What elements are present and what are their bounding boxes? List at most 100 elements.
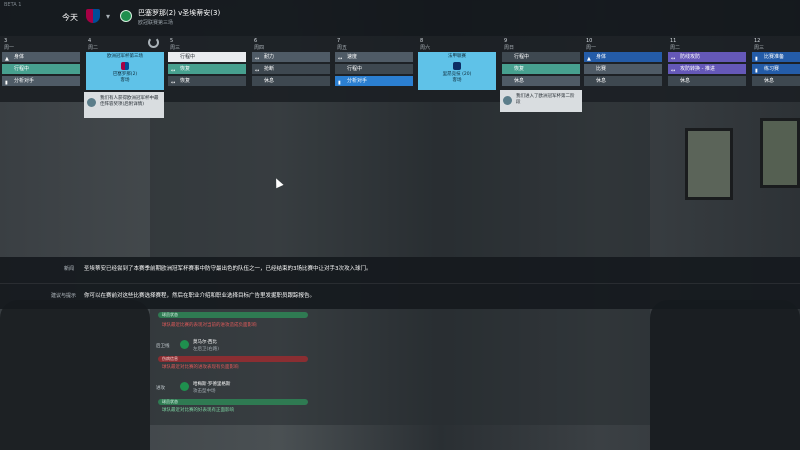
notice-icon (503, 96, 512, 105)
session-label: 休息 (764, 78, 775, 84)
status-badge: 伤病信息 (158, 356, 308, 362)
match-card[interactable]: 法甲联赛 里昂竞技 (20) 客场 (418, 52, 496, 90)
session-label: 分析对手 (347, 78, 368, 84)
chevron-down-icon[interactable]: ▾ (106, 12, 110, 21)
advice-text: 你可以在赛前对这些比赛选择赛程，然后在职业介绍和职业选择目标广告里发掘职员跟踪报… (84, 293, 316, 299)
venue-label: 客场 (452, 78, 462, 83)
player-name[interactable]: 莫马尔·西比 (193, 339, 217, 345)
training-session[interactable]: ▮ 比赛准备 (752, 52, 800, 62)
training-session[interactable]: 休息 (252, 76, 330, 86)
calendar-day[interactable]: 11 周二 ↔ 防线攻防 ↔ 攻防转换 - 推进 休息 (666, 36, 748, 102)
competition-label: 法甲联赛 (448, 54, 466, 59)
news-text: 圣埃蒂安已经尝到了本赛季前期欧洲冠军杯赛事中防守最出色的队伍之一，已经结束的3场… (84, 266, 372, 272)
session-label: 行程中 (180, 54, 196, 60)
session-label: 练习赛 (764, 66, 780, 72)
notice-icon (87, 98, 96, 107)
training-session[interactable]: ↔ 攻防转换 - 推进 (668, 64, 746, 74)
status-badge: 球员状态 (158, 312, 308, 318)
match-card[interactable]: 欧洲冠军杯第三场 巴塞罗那(2) 客场 (86, 52, 164, 90)
calendar-day[interactable]: 6 周四 ↔ 耐力 ↔ 抢断 休息 (250, 36, 332, 102)
session-label: 身体 (14, 54, 25, 60)
top-bar: BETA 1 今天 ▾ 巴塞罗那(2) v圣埃蒂安(3) 欧冠联赛第三场 (0, 0, 800, 36)
calendar-day[interactable]: 8 周六 法甲联赛 里昂竞技 (20) 客场 (416, 36, 498, 102)
wall-picture (685, 128, 733, 200)
session-label: 行程中 (347, 66, 363, 72)
training-session[interactable]: ↔ 抢断 (252, 64, 330, 74)
calendar-day[interactable]: 10 周一 ▲ 身体 比赛 休息 (582, 36, 664, 102)
training-session[interactable]: ▮ 分析对手 (335, 76, 413, 86)
session-icon: ↔ (671, 56, 676, 62)
session-label: 休息 (680, 78, 691, 84)
session-label: 恢复 (180, 66, 191, 72)
session-label: 休息 (514, 78, 525, 84)
training-session[interactable]: ↔ 速度 (335, 52, 413, 62)
day-name: 周五 (337, 45, 348, 51)
training-session[interactable]: 比赛 (584, 64, 662, 74)
build-label: BETA 1 (4, 2, 22, 8)
day-name: 周四 (254, 45, 265, 51)
training-session[interactable]: 休息 (584, 76, 662, 86)
opponent-crest-icon (121, 62, 129, 70)
session-icon: ▮ (338, 80, 341, 86)
position-slot: 后卫线 (156, 344, 170, 349)
training-session[interactable]: ↔ 防线攻防 (668, 52, 746, 62)
session-icon: ▮ (755, 68, 758, 74)
popup-text: 我们进入了欧洲冠军杯第二阶段 (516, 94, 575, 105)
today-button[interactable]: 今天 (62, 12, 78, 23)
session-icon: ↔ (338, 56, 343, 62)
player-avatar (180, 382, 189, 391)
news-label: 新闻 (64, 266, 75, 272)
calendar-day[interactable]: 12 周三 ▮ 比赛准备 ▮ 练习赛 休息 (750, 36, 800, 102)
notification-popup[interactable]: 我们有人获得欧洲冠军杯中最佳阵容奖项(后附详情) (84, 92, 164, 118)
match-subtitle: 欧冠联赛第三场 (138, 20, 174, 26)
calendar-day[interactable]: 7 周五 ↔ 速度 行程中 ▮ 分析对手 (333, 36, 415, 102)
divider (0, 283, 800, 284)
training-session[interactable]: 行程中 (2, 64, 80, 74)
wall-picture (760, 118, 800, 188)
player-position: 攻击型中场 (193, 389, 216, 394)
training-session[interactable]: 行程中 (168, 52, 246, 62)
match-title[interactable]: 巴塞罗那(2) v圣埃蒂安(3) (138, 8, 220, 18)
squad-report-list: 球员状态 球队最近比赛的表现对当前的进攻造成负面影响 后卫线 莫马尔·西比 左后… (150, 309, 308, 425)
training-session[interactable]: ▲ 身体 (584, 52, 662, 62)
training-session[interactable]: 休息 (502, 76, 580, 86)
session-label: 分析对手 (14, 78, 35, 84)
training-session[interactable]: ↔ 恢复 (168, 64, 246, 74)
session-icon: ↔ (171, 80, 176, 86)
session-label: 恢复 (180, 78, 191, 84)
report-note: 球队最近比赛的表现对当前的进攻造成负面影响 (162, 323, 257, 328)
training-session[interactable]: ↔ 耐力 (252, 52, 330, 62)
player-name[interactable]: 哈梅斯·罗德里格斯 (193, 381, 230, 387)
training-session[interactable]: 行程中 (502, 52, 580, 62)
session-label: 抢断 (264, 66, 275, 72)
loading-spinner-icon (148, 37, 159, 48)
training-session[interactable]: ▲ 身体 (2, 52, 80, 62)
session-icon: ↔ (671, 68, 676, 74)
info-panel: 新闻 圣埃蒂安已经尝到了本赛季前期欧洲冠军杯赛事中防守最出色的队伍之一，已经结束… (0, 257, 800, 309)
notification-popup[interactable]: 我们进入了欧洲冠军杯第二阶段 (500, 90, 582, 112)
session-icon: ▮ (755, 56, 758, 62)
calendar-day[interactable]: 5 周三 行程中 ↔ 恢复 ↔ 恢复 (166, 36, 248, 102)
player-avatar (180, 340, 189, 349)
training-session[interactable]: ▮ 练习赛 (752, 64, 800, 74)
training-session[interactable]: ▮ 分析对手 (2, 76, 80, 86)
popup-text: 我们有人获得欧洲冠军杯中最佳阵容奖项(后附详情) (100, 96, 159, 107)
day-name: 周二 (670, 45, 681, 51)
session-icon: ▮ (5, 80, 8, 86)
training-session[interactable]: 恢复 (502, 64, 580, 74)
session-icon: ▲ (587, 56, 591, 62)
saint-etienne-crest-icon (120, 10, 132, 22)
training-session[interactable]: 行程中 (335, 64, 413, 74)
day-name: 周六 (420, 45, 431, 51)
training-session[interactable]: ↔ 恢复 (168, 76, 246, 86)
session-label: 比赛准备 (764, 54, 785, 60)
day-name: 周一 (4, 45, 15, 51)
session-icon: ▲ (5, 56, 9, 62)
training-session[interactable]: 休息 (752, 76, 800, 86)
training-session[interactable]: 休息 (668, 76, 746, 86)
day-name: 周日 (504, 45, 515, 51)
session-icon: ↔ (255, 56, 260, 62)
calendar-day[interactable]: 3 周一 ▲ 身体 行程中 ▮ 分析对手 (0, 36, 82, 102)
session-label: 恢复 (514, 66, 525, 72)
status-badge: 球员状态 (158, 399, 308, 405)
